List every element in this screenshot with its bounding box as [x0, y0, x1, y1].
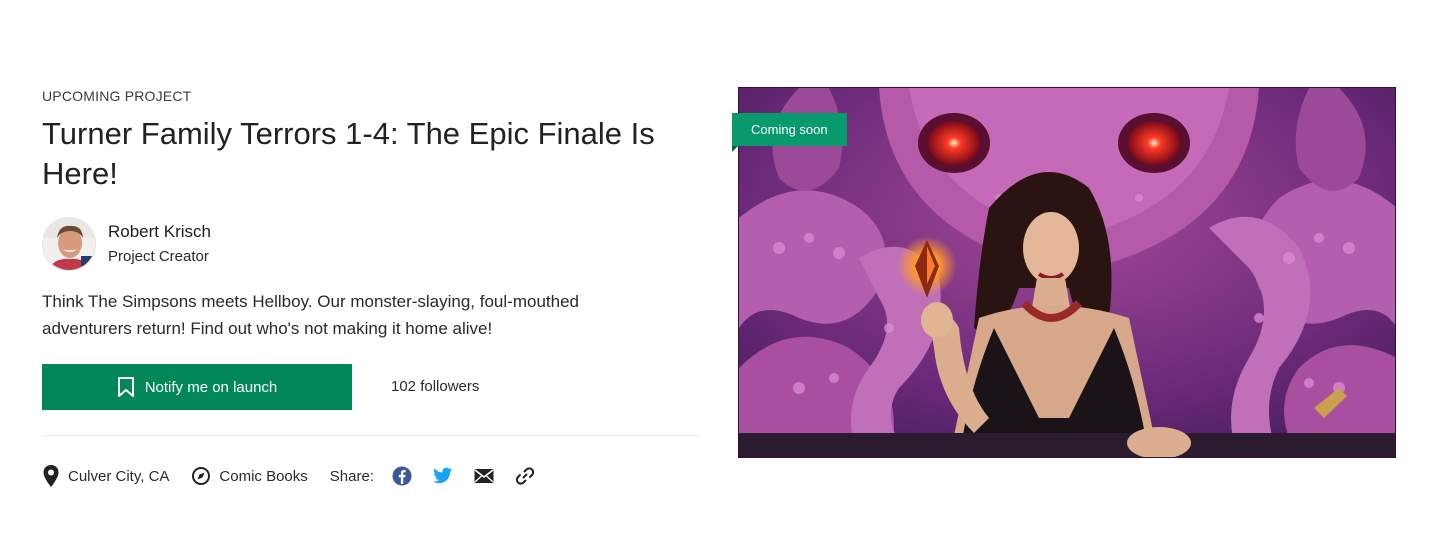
project-blurb: Think The Simpsons meets Hellboy. Our mo…	[42, 292, 579, 338]
bookmark-icon	[117, 377, 135, 397]
divider	[42, 435, 700, 436]
facebook-icon[interactable]	[388, 462, 416, 490]
avatar[interactable]	[42, 217, 96, 271]
project-meta: Culver City, CA Comic Books Share:	[42, 462, 552, 490]
share-label: Share:	[329, 467, 374, 485]
project-header: UPCOMING PROJECT Turner Family Terrors 1…	[42, 86, 702, 487]
category-label: Comic Books	[219, 467, 308, 485]
badge-fold	[732, 146, 738, 152]
compass-icon	[192, 467, 211, 485]
category-link[interactable]: Comic Books	[191, 466, 308, 486]
twitter-icon[interactable]	[429, 462, 457, 490]
creator-block[interactable]: Robert Krisch Project Creator	[42, 217, 211, 271]
creator-role: Project Creator	[108, 248, 209, 265]
location-label: Culver City, CA	[68, 467, 170, 485]
notify-me-button[interactable]: Notify me on launch	[42, 364, 352, 410]
location-link[interactable]: Culver City, CA	[42, 464, 169, 488]
project-title: Turner Family Terrors 1-4: The Epic Fina…	[42, 116, 655, 191]
link-icon[interactable]	[511, 462, 539, 490]
location-pin-icon	[43, 465, 59, 487]
creator-name[interactable]: Robert Krisch	[108, 220, 211, 244]
coming-soon-badge: Coming soon	[732, 113, 847, 146]
follower-count: 102 followers	[391, 378, 480, 395]
project-status-label: UPCOMING PROJECT	[42, 88, 192, 104]
email-icon[interactable]	[470, 462, 498, 490]
notify-me-label: Notify me on launch	[144, 378, 278, 396]
